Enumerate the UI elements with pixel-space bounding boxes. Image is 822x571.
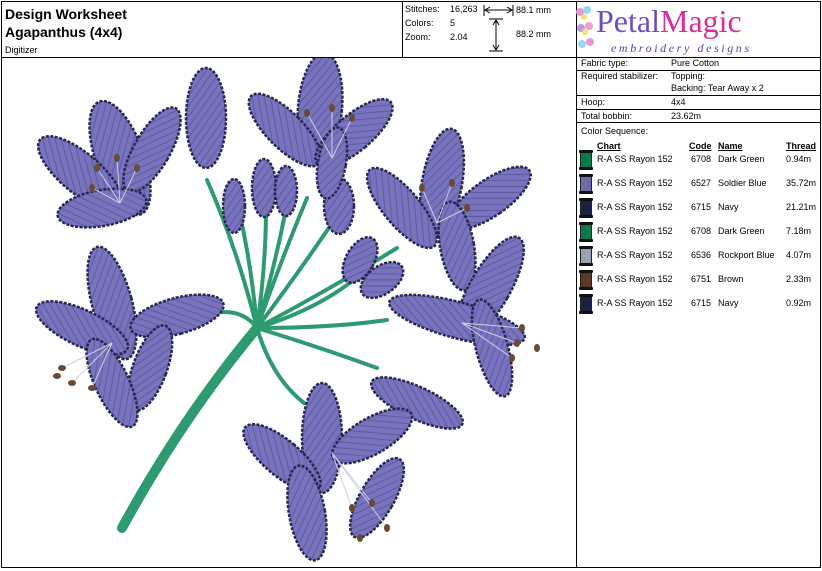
stitches-value: 16,263	[450, 4, 478, 14]
panel-divider	[576, 1, 577, 568]
fabric-value: Pure Cotton	[671, 58, 720, 68]
stitches-label: Stitches:	[405, 4, 440, 14]
hoop-label: Hoop:	[581, 97, 606, 107]
design-name: Agapanthus (4x4)	[5, 24, 123, 40]
details-divider	[577, 95, 821, 96]
hoop-value: 4x4	[671, 97, 686, 107]
color-row: R-A SS Rayon 152 6715 Navy 21.21m	[579, 198, 820, 220]
thread-spool-icon	[579, 222, 593, 242]
zoom-value: 2.04	[450, 32, 468, 42]
details-divider	[577, 109, 821, 110]
topping-value: Topping:	[671, 71, 706, 81]
colors-value: 5	[450, 18, 456, 28]
color-sequence-heading: Color Sequence:	[581, 126, 649, 136]
color-row: R-A SS Rayon 152 6751 Brown 2.33m	[579, 270, 820, 292]
thread-spool-icon	[579, 174, 593, 194]
color-row: R-A SS Rayon 152 6715 Navy 0.92m	[579, 294, 820, 316]
design-height: 88.2 mm	[516, 29, 552, 39]
color-row: R-A SS Rayon 152 6708 Dark Green 7.18m	[579, 222, 820, 244]
thread-spool-icon	[579, 294, 593, 314]
header-col-divider-1	[402, 1, 403, 57]
bobbin-value: 23.62m	[671, 111, 702, 121]
stabilizer-label: Required stabilizer:	[581, 71, 659, 81]
color-row: R-A SS Rayon 152 6708 Dark Green 0.94m	[579, 150, 820, 172]
thread-spool-icon	[579, 270, 593, 290]
design-width: 88.1 mm	[516, 5, 552, 15]
color-row: R-A SS Rayon 152 6536 Rockport Blue 4.07…	[579, 246, 820, 268]
zoom-label: Zoom:	[405, 32, 431, 42]
color-row: R-A SS Rayon 152 6527 Soldier Blue 35.72…	[579, 174, 820, 196]
backing-value: Backing: Tear Away x 2	[671, 83, 764, 93]
colors-label: Colors:	[405, 18, 434, 28]
bobbin-label: Total bobbin:	[581, 111, 633, 121]
brand-logo: PetalMagic	[596, 3, 742, 39]
thread-spool-icon	[579, 198, 593, 218]
worksheet-title: Design Worksheet	[5, 6, 127, 22]
embroidery-design-preview	[34, 58, 540, 562]
thread-spool-icon	[579, 150, 593, 170]
fabric-label: Fabric type:	[581, 58, 629, 68]
details-divider	[577, 122, 821, 123]
digitizer-label: Digitizer	[5, 45, 38, 55]
dimension-arrows-icon	[483, 5, 514, 52]
flower-logo-icon	[576, 6, 594, 48]
brand-tagline: embroidery designs	[611, 41, 752, 55]
thread-spool-icon	[579, 246, 593, 266]
